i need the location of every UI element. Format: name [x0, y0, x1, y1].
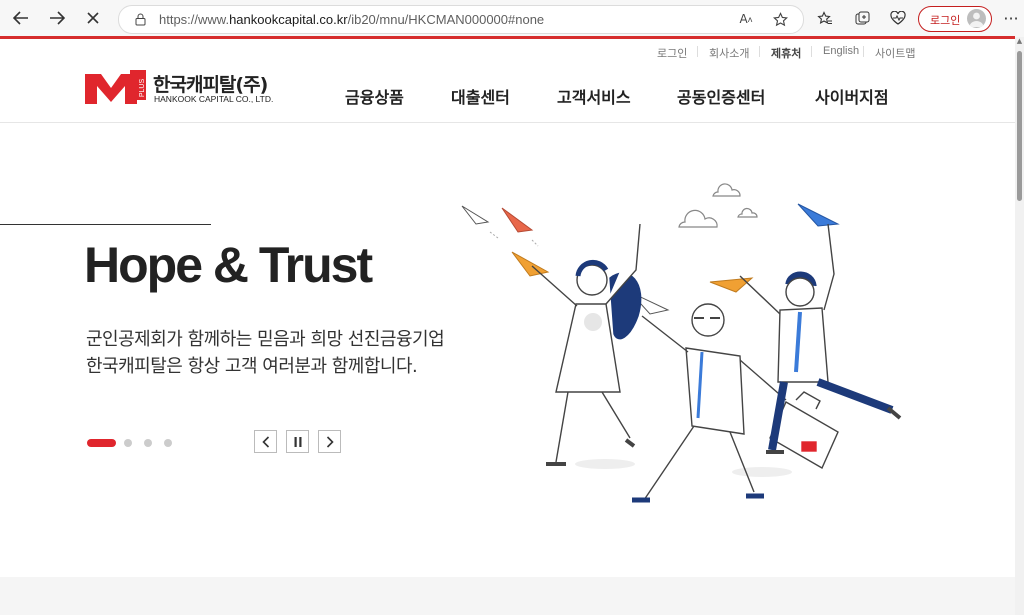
- page-scrollbar[interactable]: ▲: [1015, 37, 1024, 615]
- address-bar[interactable]: https://www.hankookcapital.co.kr/ib20/mn…: [118, 5, 804, 34]
- top-accent-line: [0, 36, 1015, 39]
- read-aloud-icon[interactable]: Aʌ: [735, 9, 757, 29]
- favorites-icon[interactable]: [814, 7, 836, 29]
- gnb-certificate-center[interactable]: 공동인증센터: [677, 84, 765, 108]
- health-icon[interactable]: [887, 7, 909, 29]
- slider-dot[interactable]: [164, 439, 172, 447]
- header-divider: [0, 122, 1015, 123]
- woman-figure: [531, 223, 642, 466]
- util-login-link[interactable]: 로그인: [657, 45, 687, 61]
- util-english-link[interactable]: English: [823, 45, 859, 57]
- divider: [697, 46, 698, 57]
- chevron-right-icon: [326, 435, 334, 448]
- chevron-left-icon: [261, 435, 269, 448]
- slider-dot-active[interactable]: [87, 439, 116, 447]
- scroll-thumb[interactable]: [1017, 51, 1022, 201]
- favorite-star-icon[interactable]: [769, 9, 791, 29]
- scroll-up-icon[interactable]: ▲: [1015, 37, 1024, 47]
- util-company-link[interactable]: 회사소개: [709, 45, 749, 61]
- back-icon[interactable]: [8, 6, 34, 30]
- divider: [759, 46, 760, 57]
- pause-icon: [294, 436, 301, 447]
- stop-icon[interactable]: [80, 6, 106, 30]
- util-sitemap-link[interactable]: 사이트맵: [875, 45, 915, 61]
- site-logo[interactable]: PLUS 한국캐피탈(주) HANKOOK CAPITAL CO., LTD.: [85, 70, 275, 104]
- url-text[interactable]: https://www.hankookcapital.co.kr/ib20/mn…: [159, 12, 544, 27]
- util-partner-link[interactable]: 제휴처: [771, 45, 801, 61]
- gnb-loan-center[interactable]: 대출센터: [451, 84, 510, 108]
- gnb-customer-service[interactable]: 고객서비스: [557, 84, 631, 108]
- logo-badge: PLUS: [139, 79, 146, 98]
- hero-title: Hope & Trust: [84, 237, 373, 293]
- lock-icon[interactable]: [129, 9, 151, 29]
- hero-accent-rule: [0, 224, 211, 225]
- slider-prev-button[interactable]: [254, 430, 277, 453]
- logo-english-name: HANKOOK CAPITAL CO., LTD.: [154, 94, 274, 104]
- gnb-cyber-branch[interactable]: 사이버지점: [815, 84, 889, 108]
- logo-mark: PLUS: [85, 70, 149, 104]
- divider: [863, 46, 864, 57]
- slider-pause-button[interactable]: [286, 430, 309, 453]
- url-path: /ib20/mnu/HKCMAN000000#none: [347, 12, 545, 27]
- slider-dot[interactable]: [144, 439, 152, 447]
- url-domain: hankookcapital.co.kr: [229, 12, 348, 27]
- profile-avatar-icon: [967, 9, 986, 28]
- cloud-icon: [678, 183, 758, 228]
- slider-dot[interactable]: [124, 439, 132, 447]
- more-icon[interactable]: ···: [1000, 7, 1022, 29]
- hero-subtitle-line-2: 한국캐피탈은 항상 고객 여러분과 함께합니다.: [86, 356, 418, 377]
- divider: [811, 46, 812, 57]
- browser-login-button[interactable]: 로그인: [918, 6, 992, 32]
- forward-icon[interactable]: [44, 6, 70, 30]
- slider-next-button[interactable]: [318, 430, 341, 453]
- gnb-financial-products[interactable]: 금융상품: [345, 84, 404, 108]
- collections-icon[interactable]: [851, 7, 873, 29]
- logo-korean-name: 한국캐피탈(주): [153, 74, 268, 96]
- hero-subtitle-line-1: 군인공제회가 함께하는 믿음과 희망 선진금융기업: [86, 329, 445, 350]
- ground-shadow: [575, 459, 635, 469]
- paper-plane-icon: [461, 203, 840, 315]
- ground-shadow: [732, 467, 792, 477]
- browser-toolbar: https://www.hankookcapital.co.kr/ib20/mn…: [0, 0, 1024, 38]
- footer-band: [0, 577, 1015, 615]
- hero-illustration: [461, 183, 902, 503]
- url-prefix: https://www.: [159, 12, 230, 27]
- man-with-tie-figure: [739, 223, 902, 454]
- browser-login-label: 로그인: [930, 14, 961, 27]
